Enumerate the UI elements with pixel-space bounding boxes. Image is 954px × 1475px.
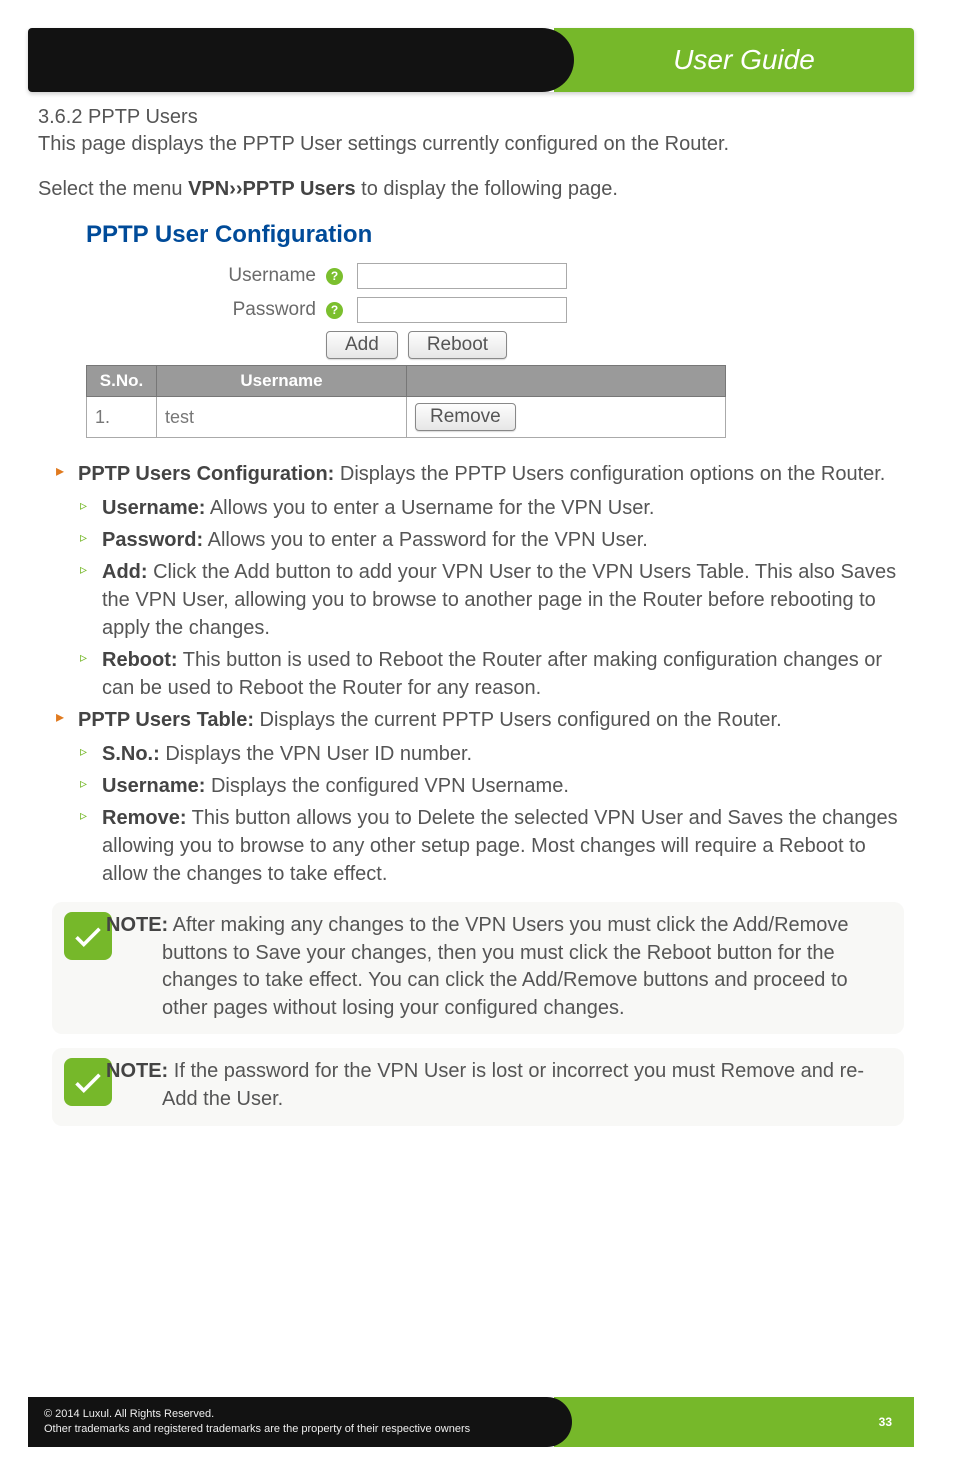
def-sno: S.No.: Displays the VPN User ID number. <box>80 740 914 768</box>
figure-title: PPTP User Configuration <box>86 221 726 249</box>
def-config: PPTP Users Configuration: Displays the P… <box>56 460 914 488</box>
password-row: Password ? <box>86 297 726 323</box>
th-username: Username <box>157 366 407 397</box>
def-remove-t: Remove: <box>102 807 186 829</box>
def-uname2-t: Username: <box>102 775 205 797</box>
cell-username: test <box>157 397 407 438</box>
def-table-text: Displays the current PPTP Users configur… <box>254 709 782 731</box>
note-2-body: If the password for the VPN User is lost… <box>162 1060 864 1110</box>
header-left-block <box>28 28 574 92</box>
users-table: S.No. Username 1. test Remove <box>86 365 726 438</box>
def-username-t: Username: <box>102 497 205 519</box>
password-input[interactable] <box>357 297 567 323</box>
table-row: 1. test Remove <box>87 397 726 438</box>
button-row: Add Reboot <box>326 331 726 359</box>
header-title: User Guide <box>673 44 815 76</box>
username-row: Username ? <box>86 263 726 289</box>
password-label: Password <box>86 299 316 321</box>
help-icon[interactable]: ? <box>326 302 343 319</box>
checkmark-icon <box>64 1058 112 1106</box>
header-title-block: User Guide <box>554 28 914 92</box>
menu-suffix: to display the following page. <box>356 178 618 200</box>
def-username-d: Allows you to enter a Username for the V… <box>205 497 654 519</box>
note-2-label: NOTE: <box>106 1060 168 1082</box>
footer-line1: © 2014 Luxul. All Rights Reserved. <box>44 1407 556 1422</box>
footer-line2: Other trademarks and registered trademar… <box>44 1422 556 1437</box>
intro-paragraph: This page displays the PPTP User setting… <box>38 131 914 158</box>
page-footer: © 2014 Luxul. All Rights Reserved. Other… <box>28 1397 914 1447</box>
def-reboot: Reboot: This button is used to Reboot th… <box>80 646 914 702</box>
username-label: Username <box>86 265 316 287</box>
footer-page-number: 33 <box>879 1415 892 1429</box>
th-action <box>407 366 726 397</box>
def-remove-d: This button allows you to Delete the sel… <box>102 807 898 885</box>
def-add-t: Add: <box>102 561 148 583</box>
remove-button[interactable]: Remove <box>415 403 516 431</box>
reboot-button[interactable]: Reboot <box>408 331 507 359</box>
def-add: Add: Click the Add button to add your VP… <box>80 558 914 642</box>
menu-prefix: Select the menu <box>38 178 188 200</box>
footer-page-block: 33 <box>554 1397 914 1447</box>
def-remove: Remove: This button allows you to Delete… <box>80 804 914 888</box>
checkmark-icon <box>64 912 112 960</box>
th-sno: S.No. <box>87 366 157 397</box>
section-heading: 3.6.2 PPTP Users <box>38 106 914 129</box>
footer-copyright: © 2014 Luxul. All Rights Reserved. Other… <box>28 1397 572 1447</box>
def-password-d: Allows you to enter a Password for the V… <box>203 529 648 551</box>
note-box-2: NOTE: If the password for the VPN User i… <box>52 1048 904 1125</box>
def-sno-t: S.No.: <box>102 743 160 765</box>
def-password-t: Password: <box>102 529 203 551</box>
def-uname2-d: Displays the configured VPN Username. <box>205 775 569 797</box>
def-sno-d: Displays the VPN User ID number. <box>160 743 472 765</box>
def-username: Username: Allows you to enter a Username… <box>80 494 914 522</box>
menu-path-paragraph: Select the menu VPN››PPTP Users to displ… <box>38 176 914 203</box>
note-box-1: NOTE: After making any changes to the VP… <box>52 902 904 1034</box>
note-1-body: After making any changes to the VPN User… <box>162 914 849 1019</box>
pptp-config-figure: PPTP User Configuration Username ? Passw… <box>86 221 726 438</box>
cell-action: Remove <box>407 397 726 438</box>
menu-bold: VPN››PPTP Users <box>188 178 355 200</box>
definition-list: PPTP Users Configuration: Displays the P… <box>56 460 914 888</box>
def-reboot-d: This button is used to Reboot the Router… <box>102 649 882 699</box>
def-reboot-t: Reboot: <box>102 649 178 671</box>
def-table-title: PPTP Users Table: <box>78 709 254 731</box>
def-config-title: PPTP Users Configuration: <box>78 463 334 485</box>
username-input[interactable] <box>357 263 567 289</box>
note-1-label: NOTE: <box>106 914 168 936</box>
note-1-text: NOTE: After making any changes to the VP… <box>126 912 886 1022</box>
note-2-text: NOTE: If the password for the VPN User i… <box>126 1058 886 1113</box>
add-button[interactable]: Add <box>326 331 398 359</box>
def-add-d: Click the Add button to add your VPN Use… <box>102 561 896 639</box>
help-icon[interactable]: ? <box>326 268 343 285</box>
cell-sno: 1. <box>87 397 157 438</box>
def-password: Password: Allows you to enter a Password… <box>80 526 914 554</box>
def-username2: Username: Displays the configured VPN Us… <box>80 772 914 800</box>
page-header: User Guide <box>28 28 914 92</box>
def-config-text: Displays the PPTP Users configuration op… <box>334 463 885 485</box>
def-table: PPTP Users Table: Displays the current P… <box>56 706 914 734</box>
